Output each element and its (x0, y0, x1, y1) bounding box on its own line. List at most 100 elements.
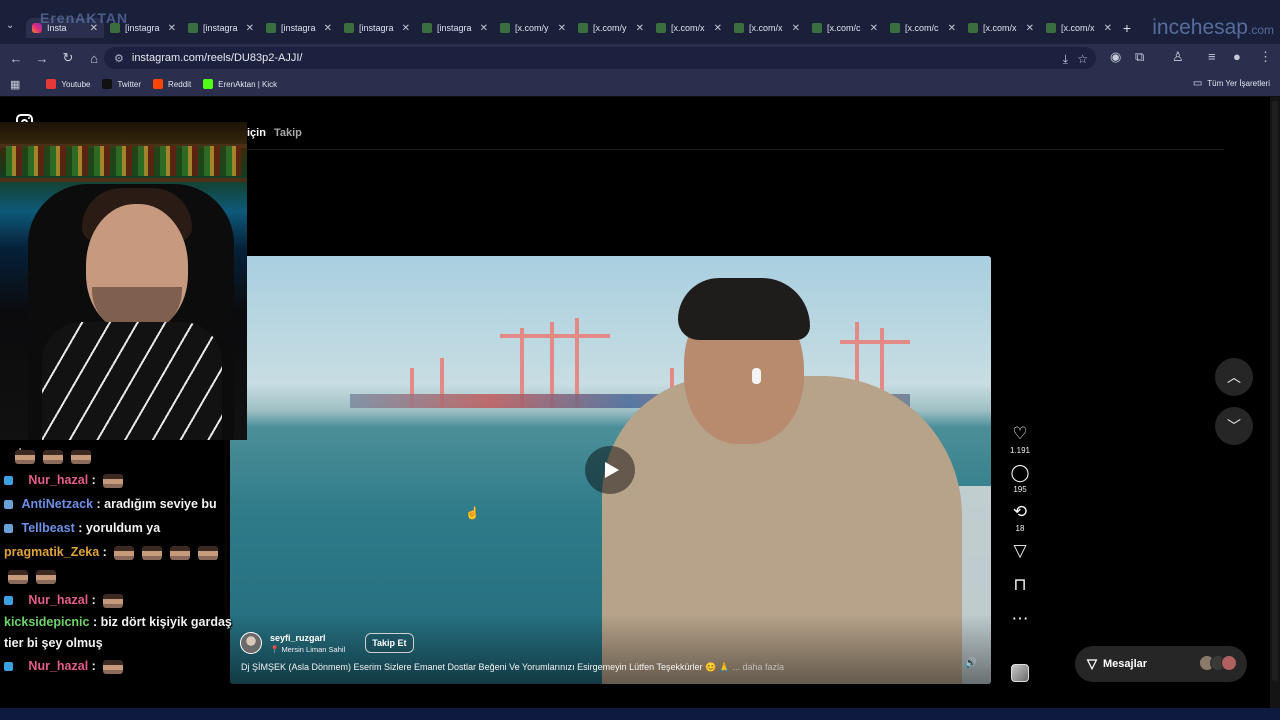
more-dots-icon[interactable]: ⋯ (1012, 609, 1029, 629)
tab-title: [x.com/c (827, 23, 861, 33)
folder-icon (890, 23, 900, 33)
send-icon[interactable]: ▽ (1013, 541, 1026, 561)
reel-caption: Dj ŞİMŞEK (Asla Dönmem) Eserim Sizlere E… (241, 662, 784, 672)
url-field[interactable]: ⚙ instagram.com/reels/DU83p2-AJJI/ ⤓ ☆ (104, 47, 1096, 69)
close-icon[interactable]: ✕ (558, 23, 566, 34)
bookmark-label: Twitter (117, 79, 142, 89)
author-location[interactable]: 📍 Mersin Liman Sahil (270, 645, 345, 654)
url-text: instagram.com/reels/DU83p2-AJJI/ (131, 52, 303, 64)
share-action[interactable]: ▽ (1013, 541, 1026, 561)
follow-button[interactable]: Takip Et (365, 633, 414, 653)
close-icon[interactable]: ✕ (1026, 23, 1034, 34)
more-link[interactable]: ... daha fazla (732, 662, 784, 672)
all-bookmarks-folder[interactable]: ▭ Tüm Yer İşaretleri (1193, 78, 1270, 89)
like-action[interactable]: ♡ 1.191 (1010, 424, 1030, 455)
browser-tab[interactable]: [x.com/x ✕ (728, 18, 806, 38)
reload-button[interactable]: ↻ (56, 46, 80, 70)
volume-icon[interactable]: 🔊 (965, 658, 977, 669)
author-username[interactable]: seyfi_ruzgarl (270, 633, 345, 643)
repost-icon[interactable]: ⟲ (1013, 502, 1027, 522)
close-icon[interactable]: ✕ (480, 23, 488, 34)
close-icon[interactable]: ✕ (246, 23, 254, 34)
apps-grid-icon[interactable]: ▦ (10, 78, 20, 91)
chat-emote-row (4, 564, 240, 588)
browser-tab[interactable]: [x.com/c ✕ (884, 18, 962, 38)
browser-tab[interactable]: [x.com/c ✕ (806, 18, 884, 38)
bookmark-item[interactable]: Youtube (46, 79, 90, 89)
send-icon: ▽ (1087, 656, 1097, 671)
profile-avatar-icon[interactable]: ● (1233, 49, 1241, 64)
forward-button[interactable]: → (30, 46, 54, 70)
message-avatars (1199, 655, 1237, 671)
previous-reel-button[interactable]: ︿ (1215, 358, 1253, 396)
close-icon[interactable]: ✕ (636, 23, 644, 34)
browser-tab[interactable]: [instagra ✕ (416, 18, 494, 38)
close-icon[interactable]: ✕ (168, 23, 176, 34)
browser-tab[interactable]: [instagra ✕ (182, 18, 260, 38)
comment-action[interactable]: ◯ 195 (1010, 463, 1029, 494)
sponsor-watermark: incehesap.com (1152, 16, 1274, 39)
close-icon[interactable]: ✕ (714, 23, 722, 34)
reel-video[interactable]: ☝ seyfi_ruzgarl 📍 Mersin Liman Sahil Tak… (230, 256, 991, 684)
audio-thumbnail[interactable] (1011, 664, 1029, 682)
man-hair (678, 278, 810, 340)
earbud (752, 368, 761, 384)
close-icon[interactable]: ✕ (792, 23, 800, 34)
incognito-icon[interactable]: ♙ (1172, 49, 1184, 65)
comment-icon[interactable]: ◯ (1010, 463, 1029, 483)
tab-following[interactable]: Takip (274, 127, 302, 139)
browser-tab[interactable]: [x.com/x ✕ (650, 18, 728, 38)
bookmarks-bar: ▦ Youtube Twitter Reddit ErenAktan | Kick ▭… (0, 72, 1280, 96)
browser-tab[interactable]: [x.com/y ✕ (572, 18, 650, 38)
bookmark-favicon-icon (203, 79, 214, 89)
folder-icon (188, 23, 198, 33)
bookmark-item[interactable]: ErenAktan | Kick (203, 79, 277, 89)
bookmark-icon[interactable]: ⊓ (1013, 575, 1026, 595)
save-action[interactable]: ⊓ (1013, 575, 1026, 595)
new-tab-button[interactable]: + (1118, 18, 1136, 38)
bookmark-item[interactable]: Reddit (153, 79, 191, 89)
bookmark-favicon-icon (102, 79, 113, 89)
tab-title: [instagra (437, 23, 472, 33)
tab-search-icon[interactable]: ⌄ (6, 20, 14, 31)
scroll-thumb[interactable] (1272, 101, 1278, 681)
feed-tabs-divider (214, 149, 1224, 150)
browser-tab[interactable]: [x.com/x ✕ (1040, 18, 1118, 38)
more-action[interactable]: ⋯ (1012, 609, 1029, 629)
play-button[interactable] (585, 446, 635, 494)
install-app-icon[interactable]: ⤓ (1063, 52, 1068, 67)
tab-title: [instagra (125, 23, 160, 33)
tab-title: [x.com/c (905, 23, 939, 33)
repost-count: 18 (1015, 524, 1025, 533)
browser-tab[interactable]: [x.com/y ✕ (494, 18, 572, 38)
messages-button[interactable]: ▽ Mesajlar (1075, 646, 1247, 682)
browser-tab[interactable]: [x.com/x ✕ (962, 18, 1040, 38)
bookmark-star-icon[interactable]: ☆ (1077, 52, 1088, 66)
repost-action[interactable]: ⟲ 18 (1013, 502, 1027, 533)
extensions-icon[interactable]: ⧉ (1135, 49, 1144, 65)
tab-title: [x.com/x (1061, 23, 1095, 33)
site-info-icon[interactable]: ⚙ (114, 52, 124, 65)
back-button[interactable]: ← (4, 46, 28, 70)
close-icon[interactable]: ✕ (402, 23, 410, 34)
next-reel-button[interactable]: ﹀ (1215, 407, 1253, 445)
chevron-down-icon: ﹀ (1227, 418, 1241, 434)
close-icon[interactable]: ✕ (1104, 23, 1112, 34)
bookmark-item[interactable]: Twitter (102, 79, 141, 89)
browser-tab[interactable]: [instagra ✕ (338, 18, 416, 38)
extension-audio-icon[interactable]: ◉ (1110, 49, 1121, 65)
home-button[interactable]: ⌂ (82, 46, 106, 70)
browser-tab[interactable]: [instagra ✕ (260, 18, 338, 38)
tab-title: [x.com/x (671, 23, 705, 33)
close-icon[interactable]: ✕ (948, 23, 956, 34)
close-icon[interactable]: ✕ (870, 23, 878, 34)
comment-count: 195 (1013, 485, 1027, 494)
folder-icon (344, 23, 354, 33)
menu-kebab-icon[interactable]: ⋮ (1259, 49, 1272, 65)
media-control-icon[interactable]: ≡ (1208, 49, 1216, 64)
tab-title: [x.com/x (983, 23, 1017, 33)
close-icon[interactable]: ✕ (324, 23, 332, 34)
heart-icon[interactable]: ♡ (1012, 424, 1027, 444)
chat-message: kicksidepicnic : biz dört kişiyik gardaş… (4, 615, 232, 650)
author-avatar[interactable] (240, 632, 262, 654)
